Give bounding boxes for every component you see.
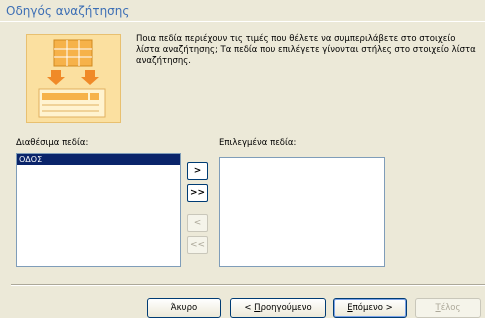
- next-button[interactable]: Επόμενο >: [333, 298, 407, 318]
- add-all-fields-button[interactable]: >>: [187, 184, 208, 202]
- selected-fields-list[interactable]: [219, 157, 385, 267]
- remove-field-button[interactable]: <: [187, 214, 208, 232]
- add-field-button[interactable]: >: [187, 162, 208, 180]
- lookup-wizard-icon: [38, 39, 106, 118]
- intro-text: Ποια πεδία περιέχουν τις τιμές που θέλετ…: [136, 34, 476, 66]
- list-item[interactable]: ΟΔΟΣ: [17, 154, 180, 165]
- cancel-button[interactable]: Άκυρο: [147, 298, 221, 318]
- finish-button[interactable]: Τέλος: [415, 298, 481, 318]
- title-divider: [0, 21, 485, 22]
- available-fields-label: Διαθέσιμα πεδία:: [16, 138, 89, 148]
- window-title: Οδηγός αναζήτησης: [6, 4, 130, 18]
- available-fields-list[interactable]: ΟΔΟΣ: [16, 153, 181, 267]
- title-bar: Οδηγός αναζήτησης: [0, 0, 485, 22]
- wizard-illustration: [26, 34, 121, 123]
- back-button[interactable]: < Προηγούμενο: [230, 298, 326, 318]
- remove-all-fields-button[interactable]: <<: [187, 236, 208, 254]
- selected-fields-label: Επιλεγμένα πεδία:: [219, 138, 297, 148]
